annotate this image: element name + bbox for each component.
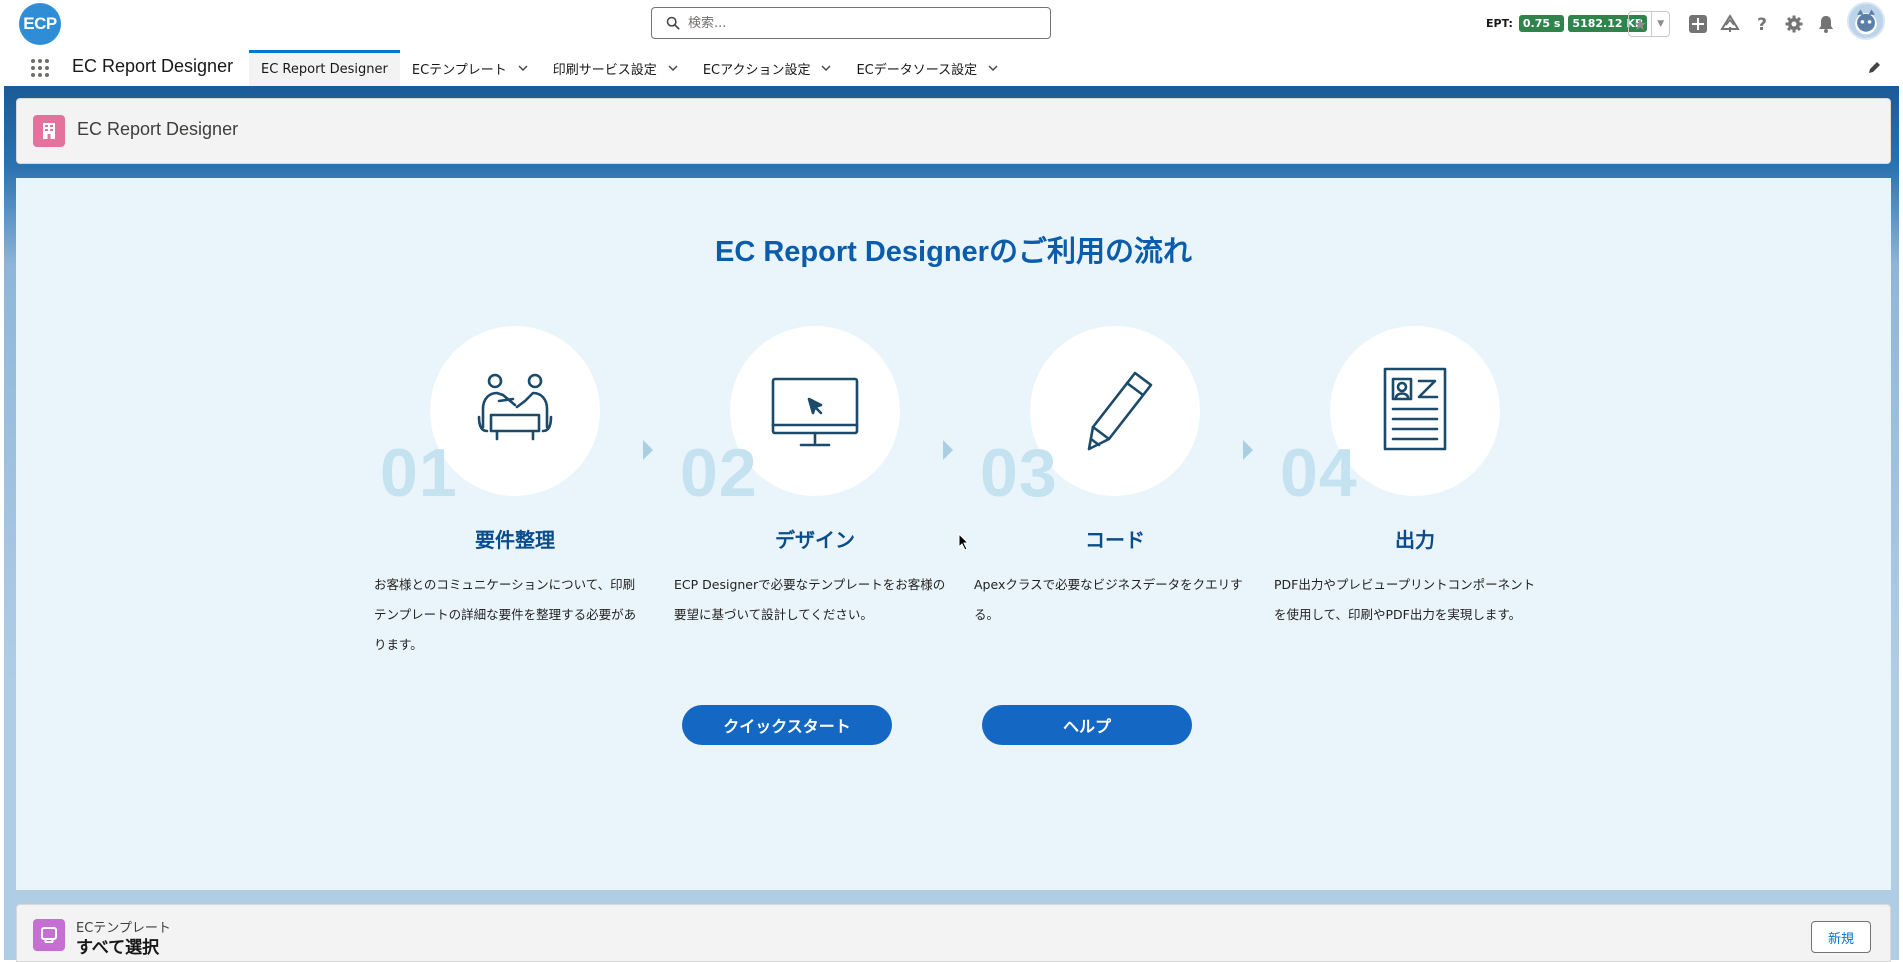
- tab-label: EC Report Designer: [261, 62, 388, 77]
- ept-label: EPT:: [1486, 17, 1513, 30]
- app-name: EC Report Designer: [72, 56, 234, 76]
- new-button[interactable]: 新規: [1811, 921, 1871, 953]
- step-description: Apexクラスで必要なビジネスデータをクエリする。: [974, 577, 1243, 622]
- page-title: EC Report Designer: [77, 119, 239, 139]
- pencil-icon: [1087, 371, 1153, 451]
- step-label: 要件整理: [475, 528, 555, 552]
- list-view-card: ECテンプレート すべて選択 新規: [16, 904, 1891, 962]
- workflow-title: EC Report Designerのご利用の流れ: [715, 236, 1192, 268]
- tab-ec-datasource-settings[interactable]: ECデータソース設定: [844, 50, 1011, 86]
- quickstart-button[interactable]: クイックスタート: [682, 705, 892, 745]
- mouse-cursor-icon: [958, 533, 970, 551]
- step-number: 02: [680, 435, 758, 511]
- building-icon: [33, 115, 65, 147]
- step-arrow-icon: [1243, 440, 1253, 460]
- user-avatar-icon: [1855, 9, 1877, 35]
- tab-label: ECテンプレート: [411, 62, 507, 78]
- chevron-down-icon[interactable]: ▼: [1652, 12, 1669, 36]
- chevron-down-icon[interactable]: [820, 62, 832, 74]
- trailhead-icon[interactable]: [1714, 10, 1746, 38]
- search-input[interactable]: [688, 15, 1028, 31]
- tab-label: ECデータソース設定: [856, 62, 978, 78]
- tab-label: 印刷サービス設定: [552, 62, 657, 78]
- tab-ec-action-settings[interactable]: ECアクション設定: [691, 50, 845, 86]
- list-view-name[interactable]: すべて選択: [76, 933, 159, 958]
- star-icon[interactable]: ★: [1629, 12, 1653, 36]
- tab-label: ECアクション設定: [702, 62, 811, 78]
- template-object-icon: [33, 919, 65, 951]
- ept-time-badge: 0.75 s: [1518, 15, 1565, 32]
- page-header: EC Report Designer: [16, 98, 1891, 164]
- help-icon[interactable]: ?: [1746, 10, 1778, 38]
- nav-tabs: EC Report Designer ECテンプレート 印刷サービス設定 ECア…: [249, 50, 1011, 86]
- step-description: ECP Designerで必要なテンプレートをお客様の要望に基づいて設計してくだ…: [674, 577, 946, 622]
- nav-bar: EC Report Designer EC Report Designer EC…: [0, 50, 1903, 86]
- monitor-icon: [771, 377, 859, 447]
- step-arrow-icon: [943, 440, 953, 460]
- setup-gear-icon[interactable]: [1778, 10, 1810, 38]
- step-label: デザイン: [775, 528, 855, 552]
- edit-nav-pencil-icon[interactable]: [1866, 60, 1882, 76]
- step-number: 03: [980, 435, 1058, 511]
- add-icon[interactable]: [1682, 10, 1714, 38]
- global-search[interactable]: [651, 7, 1051, 39]
- workflow-panel: EC Report Designerのご利用の流れ 01 要件整理 お客様とのコ…: [16, 178, 1891, 890]
- chevron-down-icon[interactable]: [667, 62, 679, 74]
- search-icon: [666, 16, 680, 30]
- app-logo[interactable]: ECP: [19, 3, 61, 45]
- main-content: EC Report Designer EC Report Designerのご利…: [4, 86, 1899, 962]
- ept-indicator: EPT: 0.75 s 5182.12 KB: [1486, 15, 1648, 32]
- step-label: コード: [1085, 528, 1145, 552]
- chevron-down-icon[interactable]: [987, 62, 999, 74]
- step-description: お客様とのコミュニケーションについて、印刷テンプレートの詳細な要件を整理する必要…: [374, 577, 637, 652]
- app-launcher-icon[interactable]: [29, 57, 51, 79]
- step-arrow-icon: [643, 440, 653, 460]
- help-button[interactable]: ヘルプ: [982, 705, 1192, 745]
- step-description: PDF出力やプレビュープリントコンポーネントを使用して、印刷やPDF出力を実現し…: [1274, 577, 1536, 622]
- favorites-group: ★ ▼: [1628, 11, 1670, 37]
- step-number: 04: [1280, 435, 1358, 511]
- chevron-down-icon[interactable]: [517, 62, 529, 74]
- tab-ec-report-designer[interactable]: EC Report Designer: [249, 50, 400, 86]
- step-label: 出力: [1395, 528, 1435, 552]
- svg-text:?: ?: [1757, 15, 1767, 34]
- global-header: ECP EPT: 0.75 s 5182.12 KB ★ ▼ ?: [0, 0, 1903, 50]
- document-icon: [1383, 367, 1447, 451]
- step-number: 01: [380, 435, 458, 511]
- tab-ec-templates[interactable]: ECテンプレート: [400, 50, 541, 86]
- avatar[interactable]: [1847, 2, 1885, 40]
- meeting-icon: [477, 373, 553, 441]
- bell-icon[interactable]: [1810, 10, 1842, 38]
- header-icons: ?: [1682, 10, 1842, 38]
- tab-print-service-settings[interactable]: 印刷サービス設定: [541, 50, 691, 86]
